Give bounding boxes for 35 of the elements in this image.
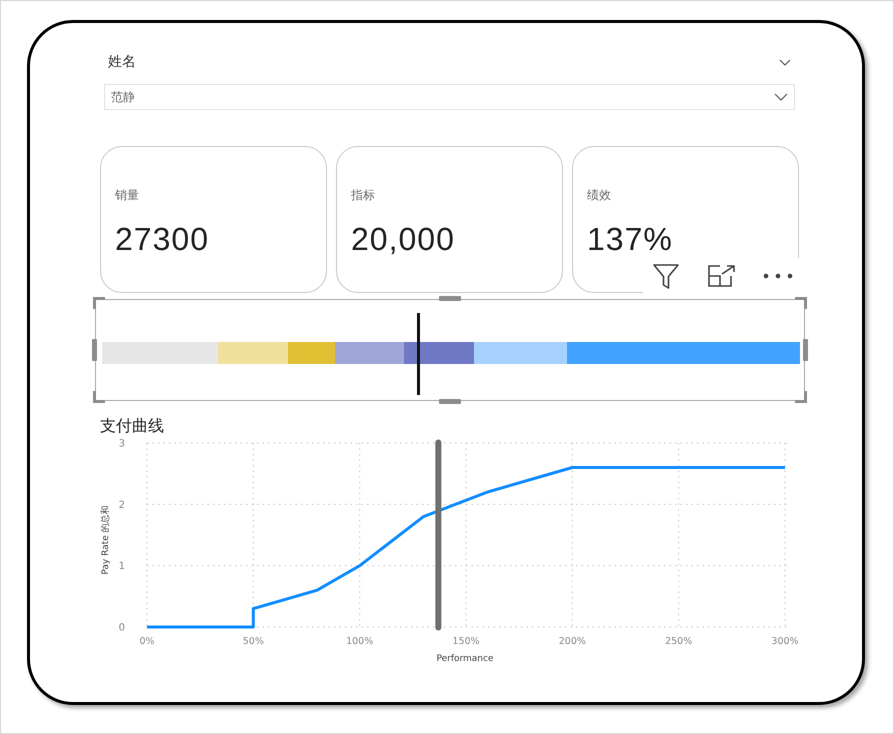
- chevron-icon[interactable]: [779, 58, 791, 66]
- chart-title: 支付曲线: [100, 416, 164, 436]
- axis-tick-label: 100%: [346, 636, 374, 647]
- chevron-icon[interactable]: [774, 93, 788, 101]
- filter-icon[interactable]: [652, 262, 680, 290]
- resize-handle[interactable]: [439, 296, 461, 301]
- axis-tick-label: 3: [118, 438, 125, 450]
- axis-tick-label: 1: [118, 561, 125, 572]
- axis-tick-label: 0%: [139, 636, 155, 647]
- axis-tick-label: 300%: [771, 636, 799, 647]
- axis-title: Pay Rate 的总和: [101, 505, 111, 575]
- axis-tick-label: 200%: [558, 636, 586, 647]
- axis-tick-label: 0: [118, 622, 125, 634]
- axis-tick-label: 250%: [665, 636, 692, 647]
- axis-tick-label: 2: [118, 500, 125, 511]
- kpi-label: 销量: [115, 188, 139, 202]
- name-dropdown[interactable]: 范静: [104, 84, 795, 110]
- expand-icon[interactable]: [707, 264, 736, 288]
- resize-handle[interactable]: [93, 297, 105, 309]
- resize-handle[interactable]: [795, 297, 807, 309]
- more-icon[interactable]: [763, 273, 793, 279]
- resize-handle[interactable]: [795, 391, 807, 403]
- slicer-title: 姓名: [108, 53, 136, 72]
- kpi-value: 137%: [587, 221, 673, 257]
- resize-handle[interactable]: [803, 339, 808, 361]
- kpi-value: 20,000: [351, 221, 455, 257]
- resize-handle[interactable]: [93, 391, 105, 403]
- axis-tick-label: 50%: [242, 636, 264, 647]
- resize-handle[interactable]: [92, 339, 97, 361]
- axis-title: Performance: [436, 654, 494, 664]
- kpi-value: 27300: [115, 221, 209, 257]
- axis-tick-label: 150%: [452, 636, 480, 647]
- kpi-label: 指标: [351, 188, 375, 202]
- resize-handle[interactable]: [439, 399, 461, 404]
- kpi-label: 绩效: [587, 188, 611, 202]
